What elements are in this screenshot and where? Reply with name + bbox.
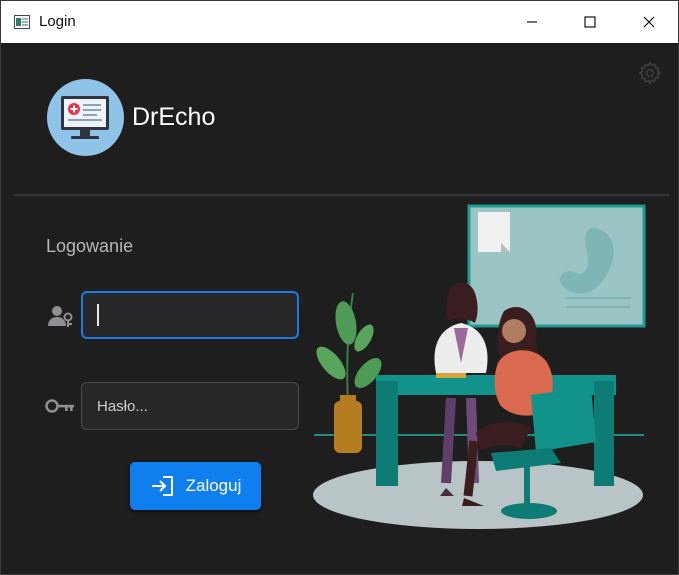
- user-key-icon: [48, 306, 73, 327]
- username-field[interactable]: [81, 291, 299, 339]
- minimize-icon: [527, 21, 537, 23]
- brand-logo: [47, 79, 124, 156]
- maximize-icon: [584, 16, 596, 28]
- brand-name: DrEcho: [132, 103, 216, 131]
- window-title: Login: [39, 13, 76, 30]
- doctor-patient-illustration: [313, 204, 646, 529]
- key-icon: [45, 399, 74, 413]
- monitor-medical-icon: [61, 96, 109, 139]
- close-button[interactable]: [620, 1, 678, 43]
- maximize-button[interactable]: [561, 1, 619, 43]
- text-caret: [97, 304, 99, 326]
- login-button-label: Zaloguj: [185, 476, 242, 495]
- header-divider: [14, 194, 669, 196]
- sign-in-icon: [151, 476, 173, 496]
- minimize-button[interactable]: [503, 1, 561, 43]
- password-field[interactable]: [81, 382, 299, 430]
- title-bar: Login: [1, 1, 678, 43]
- main-content: DrEcho Logowanie Zaloguj: [1, 43, 678, 574]
- login-button[interactable]: Zaloguj: [130, 462, 261, 510]
- login-window: Login DrEcho Logowanie Zaloguj: [0, 0, 679, 575]
- close-icon: [643, 16, 655, 28]
- login-heading: Logowanie: [46, 236, 134, 256]
- gear-icon[interactable]: [637, 60, 663, 86]
- app-icon: [14, 15, 30, 29]
